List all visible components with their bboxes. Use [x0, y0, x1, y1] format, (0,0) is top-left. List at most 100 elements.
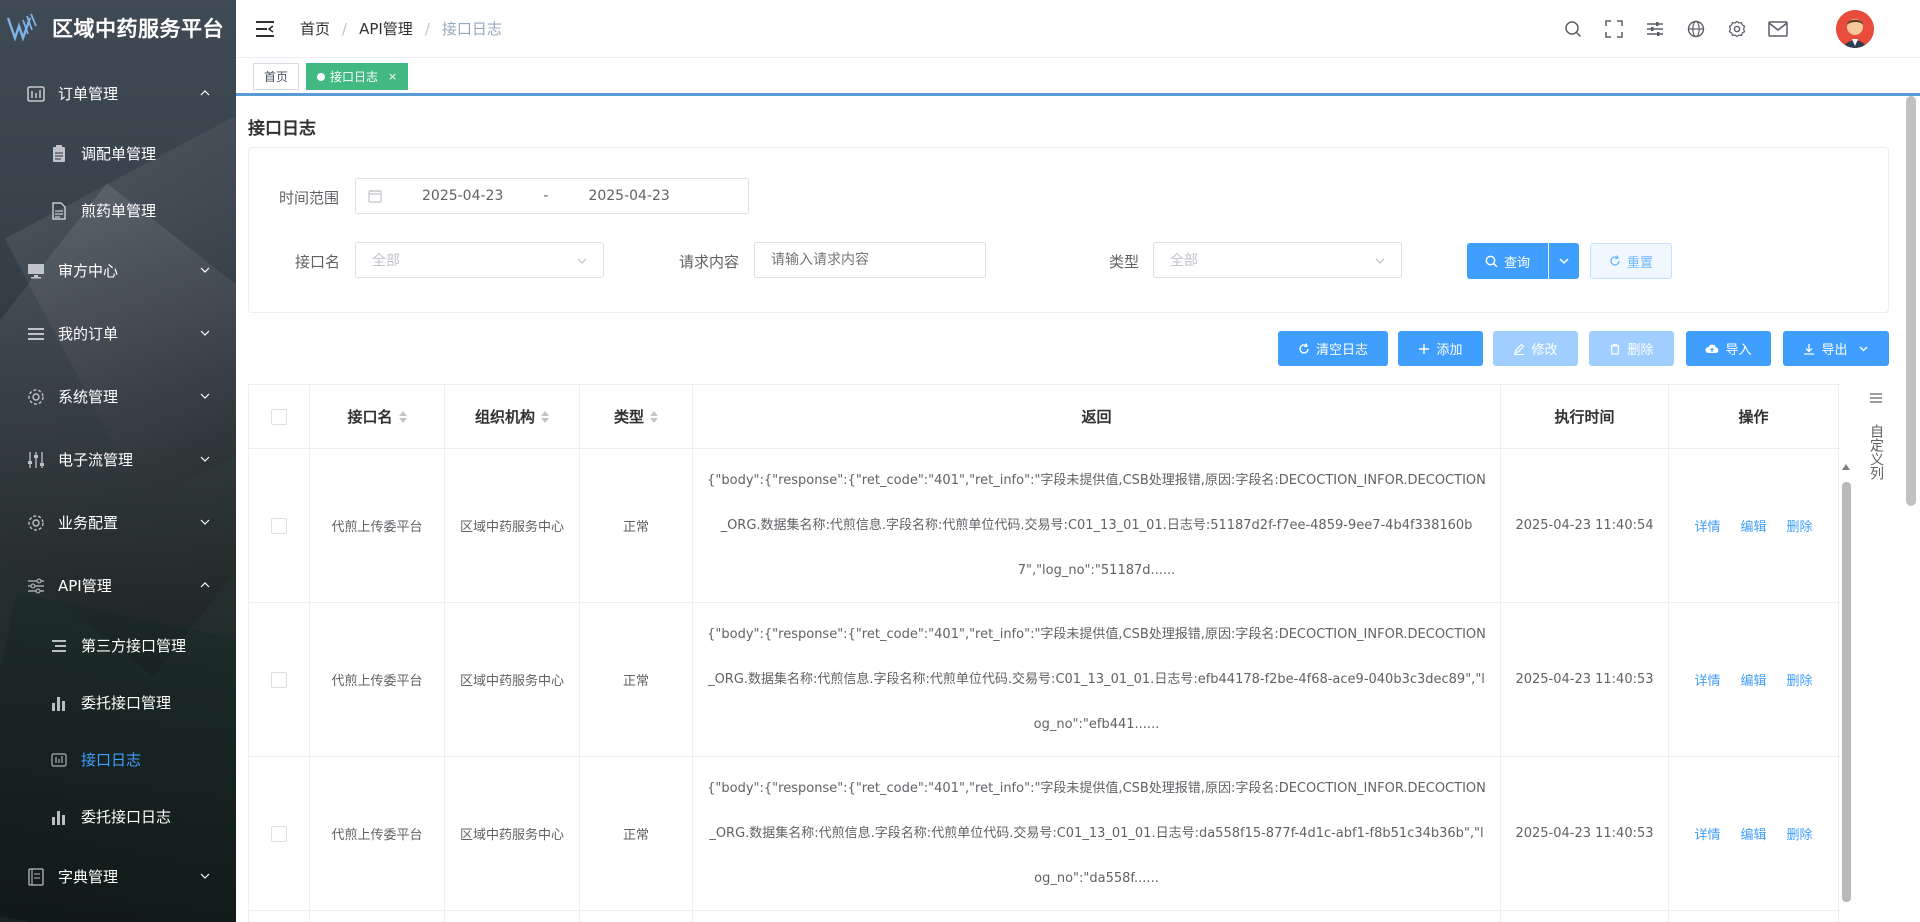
cell-actions: [1669, 911, 1839, 922]
column-title: 执行时间: [1554, 408, 1615, 426]
type-label: 类型: [1109, 253, 1140, 271]
table-scrollbar[interactable]: [1840, 464, 1852, 922]
sliders-icon: [26, 450, 46, 470]
type-select[interactable]: 全部: [1153, 242, 1402, 278]
refresh-icon: [1299, 342, 1309, 354]
column-header-organization[interactable]: 组织机构: [445, 385, 580, 448]
mail-icon[interactable]: [1767, 18, 1789, 40]
gear-icon: [26, 513, 46, 533]
breadcrumb-home[interactable]: 首页: [300, 18, 330, 39]
tag-home[interactable]: 首页: [253, 63, 300, 90]
delete-link[interactable]: 删除: [1787, 670, 1813, 689]
delete-link[interactable]: 删除: [1787, 516, 1813, 535]
delete-link[interactable]: 删除: [1787, 824, 1813, 843]
sidebar-item-dictionary-management[interactable]: 字典管理: [0, 845, 236, 908]
cell-exec-time: [1501, 911, 1669, 922]
list-icon: [26, 324, 46, 344]
column-header-type[interactable]: 类型: [580, 385, 693, 448]
close-icon[interactable]: ×: [388, 70, 397, 83]
export-button[interactable]: 导出: [1783, 331, 1889, 366]
sidebar-item-prescription-review[interactable]: 审方中心: [0, 239, 236, 302]
sidebar-item-business-config[interactable]: 业务配置: [0, 491, 236, 554]
cell-api-name: 代煎上传委平台: [310, 757, 445, 910]
sort-icon[interactable]: [650, 410, 658, 424]
detail-link[interactable]: 详情: [1694, 516, 1720, 535]
row-checkbox[interactable]: [271, 517, 287, 534]
column-title: 类型: [613, 408, 644, 426]
header-select-cell: [249, 385, 310, 448]
detail-link[interactable]: 详情: [1694, 824, 1720, 843]
select-value: 全部: [372, 253, 400, 269]
cell-response: {"body":{"response":{"ret_code":"401","r…: [693, 757, 1501, 910]
edit-link[interactable]: 编辑: [1740, 516, 1766, 535]
cell-exec-time: 2025-04-23 11:40:54: [1501, 449, 1669, 602]
search-icon[interactable]: [1562, 18, 1584, 40]
date-start[interactable]: 2025-04-23: [422, 188, 503, 204]
detail-link[interactable]: 详情: [1694, 670, 1720, 689]
select-all-checkbox[interactable]: [271, 408, 287, 425]
search-button-label: 查询: [1503, 255, 1530, 271]
date-range-picker[interactable]: 2025-04-23 - 2025-04-23: [355, 178, 749, 214]
row-checkbox[interactable]: [271, 671, 287, 688]
chevron-down-icon: [200, 519, 210, 525]
bar-chart-icon: [49, 807, 69, 827]
sort-icon[interactable]: [541, 410, 549, 424]
tag-api-log[interactable]: 接口日志 ×: [306, 63, 409, 90]
search-dropdown-button[interactable]: [1549, 243, 1579, 279]
sort-icon[interactable]: [398, 410, 407, 424]
sidebar-item-decoction-orders[interactable]: 煎药单管理: [0, 182, 236, 239]
edit-link[interactable]: 编辑: [1740, 670, 1766, 689]
column-settings-button[interactable]: 自定义列: [1864, 392, 1886, 480]
globe-icon[interactable]: [1685, 18, 1707, 40]
table-row[interactable]: 代煎上传委平台 区域中药服务中心 正常 {"body":{"response":…: [249, 757, 1840, 911]
download-icon: [1804, 343, 1815, 355]
fullscreen-icon[interactable]: [1603, 18, 1625, 40]
app-title: 区域中药服务平台: [52, 17, 224, 41]
api-name-select[interactable]: 全部: [355, 242, 604, 278]
edit-button[interactable]: 修改: [1493, 331, 1578, 366]
request-content-label: 请求内容: [679, 253, 740, 271]
avatar[interactable]: [1836, 10, 1874, 48]
sidebar-item-delegated-api-log[interactable]: 委托接口日志: [0, 788, 236, 845]
cell-organization: 区域中药服务中心: [445, 603, 580, 756]
row-checkbox[interactable]: [271, 825, 287, 842]
table-row[interactable]: 代煎上传委平台 区域中药服务中心 正常 {"body":{"response":…: [249, 449, 1840, 603]
search-button[interactable]: 查询: [1467, 243, 1548, 279]
sidebar-item-label: 煎药单管理: [81, 202, 157, 220]
chevron-down-icon: [1559, 258, 1569, 265]
import-button[interactable]: 导入: [1686, 331, 1771, 366]
table-row[interactable]: [249, 911, 1840, 922]
page-scrollbar[interactable]: [1906, 96, 1916, 506]
table-row[interactable]: 代煎上传委平台 区域中药服务中心 正常 {"body":{"response":…: [249, 603, 1840, 757]
sidebar-item-delegated-api[interactable]: 委托接口管理: [0, 674, 236, 731]
edit-link[interactable]: 编辑: [1740, 824, 1766, 843]
menu-toggle-icon[interactable]: [254, 18, 276, 40]
breadcrumb-api-management[interactable]: API管理: [359, 18, 413, 39]
sidebar-item-dispensing-orders[interactable]: 调配单管理: [0, 125, 236, 182]
monitor-icon: [26, 261, 46, 281]
cell-type: [580, 911, 693, 922]
brand[interactable]: 区域中药服务平台: [0, 0, 236, 56]
clear-log-button[interactable]: 清空日志: [1278, 331, 1388, 366]
chevron-down-icon: [200, 873, 210, 879]
top-header: 首页 / API管理 / 接口日志: [236, 0, 1920, 58]
sidebar-item-api-management[interactable]: API管理: [0, 554, 236, 617]
sidebar-item-api-log[interactable]: 接口日志: [0, 731, 236, 788]
request-content-input[interactable]: [754, 242, 986, 278]
cell-organization: 区域中药服务中心: [445, 449, 580, 602]
sidebar-item-third-party-api[interactable]: 第三方接口管理: [0, 617, 236, 674]
sidebar-item-eflow-management[interactable]: 电子流管理: [0, 428, 236, 491]
column-header-api-name[interactable]: 接口名: [310, 385, 445, 448]
page-title: 接口日志: [248, 119, 316, 139]
sidebar-item-order-management[interactable]: 订单管理: [0, 62, 236, 125]
date-end[interactable]: 2025-04-23: [588, 188, 669, 204]
settings-sliders-icon[interactable]: [1644, 18, 1666, 40]
scroll-up-arrow-icon[interactable]: [1842, 464, 1850, 470]
add-button[interactable]: 添加: [1398, 331, 1483, 366]
gear-icon[interactable]: [1726, 18, 1748, 40]
reset-button[interactable]: 重置: [1590, 243, 1672, 279]
sidebar-item-system-management[interactable]: 系统管理: [0, 365, 236, 428]
delete-button[interactable]: 删除: [1589, 331, 1674, 366]
scrollbar-thumb[interactable]: [1842, 482, 1851, 902]
sidebar-item-my-orders[interactable]: 我的订单: [0, 302, 236, 365]
